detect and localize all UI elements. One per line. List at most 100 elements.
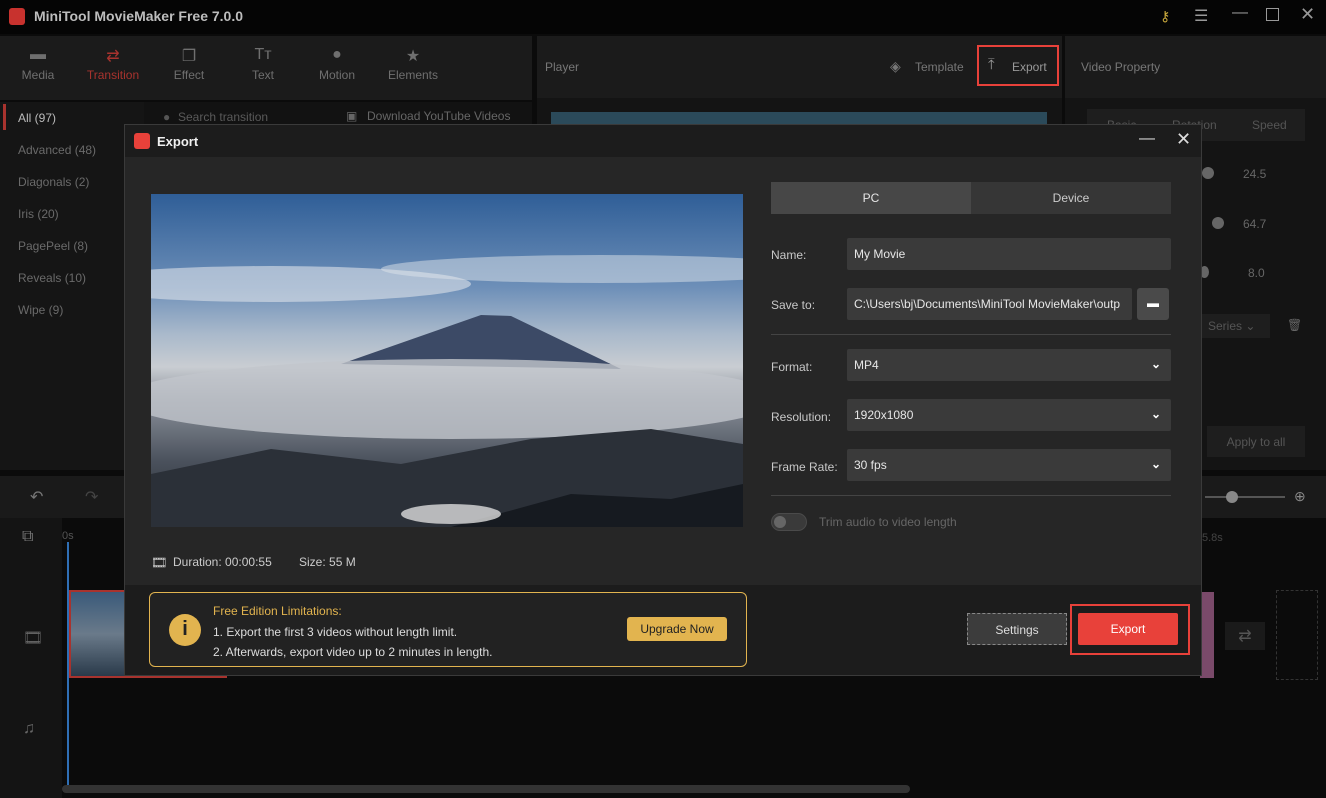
upload-icon: ⤒ — [988, 56, 995, 73]
size-value: 55 M — [329, 555, 356, 569]
category-pagepeel[interactable]: PagePeel (8) — [18, 239, 88, 253]
zoom-slider-handle[interactable] — [1226, 491, 1238, 503]
tab-speed[interactable]: Speed — [1252, 118, 1287, 132]
dialog-minimize-button[interactable]: — — [1139, 130, 1155, 148]
upgrade-now-button[interactable]: Upgrade Now — [627, 617, 727, 641]
app-logo — [134, 133, 150, 149]
trim-audio-label: Trim audio to video length — [819, 515, 957, 529]
tool-elements[interactable]: ★ Elements — [383, 46, 443, 82]
export-dialog: Export — ✕ 🎞 Duration: 00:00:55 Size: 55… — [124, 124, 1202, 676]
trash-icon[interactable]: 🗑 — [1287, 318, 1302, 332]
slider-value: 24.5 — [1243, 167, 1267, 181]
mountain-image — [151, 255, 743, 527]
format-dropdown[interactable]: MP4 ⌄ — [847, 349, 1171, 381]
tool-transition[interactable]: ⇄ Transition — [83, 46, 143, 82]
player-title: Player — [545, 60, 580, 74]
maximize-button[interactable] — [1266, 8, 1279, 21]
video-preview — [151, 194, 743, 527]
resolution-label: Resolution: — [771, 410, 832, 424]
effect-icon: ❐ — [181, 48, 197, 65]
category-list — [0, 102, 144, 470]
timeline-end: 5.8s — [1202, 532, 1223, 544]
horizontal-scrollbar[interactable] — [62, 785, 910, 793]
name-input[interactable]: My Movie — [847, 238, 1171, 270]
search-input[interactable]: Search transition — [178, 110, 268, 124]
text-icon: Tт — [254, 46, 272, 63]
category-all[interactable]: All (97) — [18, 111, 56, 125]
active-indicator — [3, 104, 6, 130]
tool-text[interactable]: Tт Text — [233, 46, 293, 82]
tool-label: Motion — [318, 68, 356, 82]
dialog-title: Export — [157, 134, 199, 149]
tool-label: Text — [251, 68, 274, 82]
apply-to-all-button[interactable]: Apply to all — [1207, 426, 1305, 457]
zoom-slider[interactable] — [1205, 496, 1285, 498]
tool-effect[interactable]: ❐ Effect — [159, 46, 219, 82]
export-button[interactable]: Export — [1078, 613, 1178, 645]
video-clip[interactable] — [1200, 592, 1214, 678]
music-track-icon: ♫ — [23, 720, 35, 737]
folder-icon: ▬ — [1147, 296, 1159, 310]
swap-icon[interactable]: ⇄ — [1225, 622, 1265, 650]
duration-label: Duration: — [173, 555, 222, 569]
tool-motion[interactable]: ● Motion — [307, 46, 367, 82]
track-header — [0, 518, 62, 798]
tab-pc[interactable]: PC — [771, 182, 971, 214]
category-iris[interactable]: Iris (20) — [18, 207, 59, 221]
category-diagonals[interactable]: Diagonals (2) — [18, 175, 89, 189]
slider-value: 64.7 — [1243, 217, 1267, 231]
browse-folder-button[interactable]: ▬ — [1137, 288, 1169, 320]
export-top-label: Export — [1012, 60, 1047, 74]
limitation-title: Free Edition Limitations: — [213, 604, 342, 618]
transition-icon: ⇄ — [106, 48, 120, 65]
size-label: Size: — [299, 555, 326, 569]
close-button[interactable]: ✕ — [1300, 4, 1315, 25]
app-title: MiniTool MovieMaker Free 7.0.0 — [34, 8, 244, 24]
format-value: MP4 — [854, 358, 879, 372]
add-track-icon[interactable]: ⧉ — [22, 528, 33, 546]
frame-rate-dropdown[interactable]: 30 fps ⌄ — [847, 449, 1171, 481]
elements-icon: ★ — [405, 48, 421, 65]
slider-handle[interactable] — [1202, 167, 1214, 179]
series-dropdown[interactable]: Series ⌄ — [1202, 314, 1270, 338]
tool-media[interactable]: ▬ Media — [8, 46, 68, 82]
template-icon: ◈ — [890, 58, 901, 74]
download-youtube-link[interactable]: Download YouTube Videos — [367, 109, 510, 123]
tool-label: Transition — [86, 68, 140, 82]
duration-value: 00:00:55 — [225, 555, 272, 569]
redo-icon[interactable]: ↷ — [85, 487, 98, 507]
category-reveals[interactable]: Reveals (10) — [18, 271, 86, 285]
film-icon: 🎞 — [151, 555, 168, 570]
menu-icon[interactable]: ☰ — [1194, 6, 1208, 26]
dialog-close-button[interactable]: ✕ — [1176, 129, 1191, 150]
tab-device[interactable]: Device — [971, 182, 1171, 214]
timeline-start: 0s — [62, 530, 74, 542]
template-button[interactable]: Template — [915, 60, 964, 74]
zoom-in-icon[interactable]: ⊕ — [1294, 488, 1306, 505]
tool-label: Elements — [387, 68, 439, 82]
limitation-line-1: 1. Export the first 3 videos without len… — [213, 625, 458, 639]
video-track-icon: 🎞 — [23, 630, 44, 647]
key-icon[interactable]: ⚷ — [1160, 8, 1170, 25]
info-icon: i — [169, 614, 201, 646]
property-title: Video Property — [1081, 60, 1161, 74]
tool-label: Effect — [173, 68, 205, 82]
trim-audio-toggle[interactable] — [771, 513, 807, 531]
slider-handle[interactable] — [1212, 217, 1224, 229]
app-logo — [9, 8, 25, 25]
resolution-dropdown[interactable]: 1920x1080 ⌄ — [847, 399, 1171, 431]
minimize-button[interactable]: — — [1232, 4, 1248, 22]
tool-label: Media — [21, 68, 55, 82]
player-preview — [551, 112, 1047, 124]
settings-button[interactable]: Settings — [967, 613, 1067, 645]
category-advanced[interactable]: Advanced (48) — [18, 143, 96, 157]
undo-icon[interactable]: ↶ — [30, 487, 43, 507]
frame-rate-label: Frame Rate: — [771, 460, 838, 474]
divider — [771, 495, 1171, 496]
chevron-down-icon: ⌄ — [1150, 407, 1161, 421]
folder-icon: ▬ — [30, 46, 46, 63]
save-to-input[interactable]: C:\Users\bj\Documents\MiniTool MovieMake… — [847, 288, 1132, 320]
slider-value: 8.0 — [1248, 266, 1265, 280]
category-wipe[interactable]: Wipe (9) — [18, 303, 63, 317]
dialog-header — [125, 125, 1201, 157]
